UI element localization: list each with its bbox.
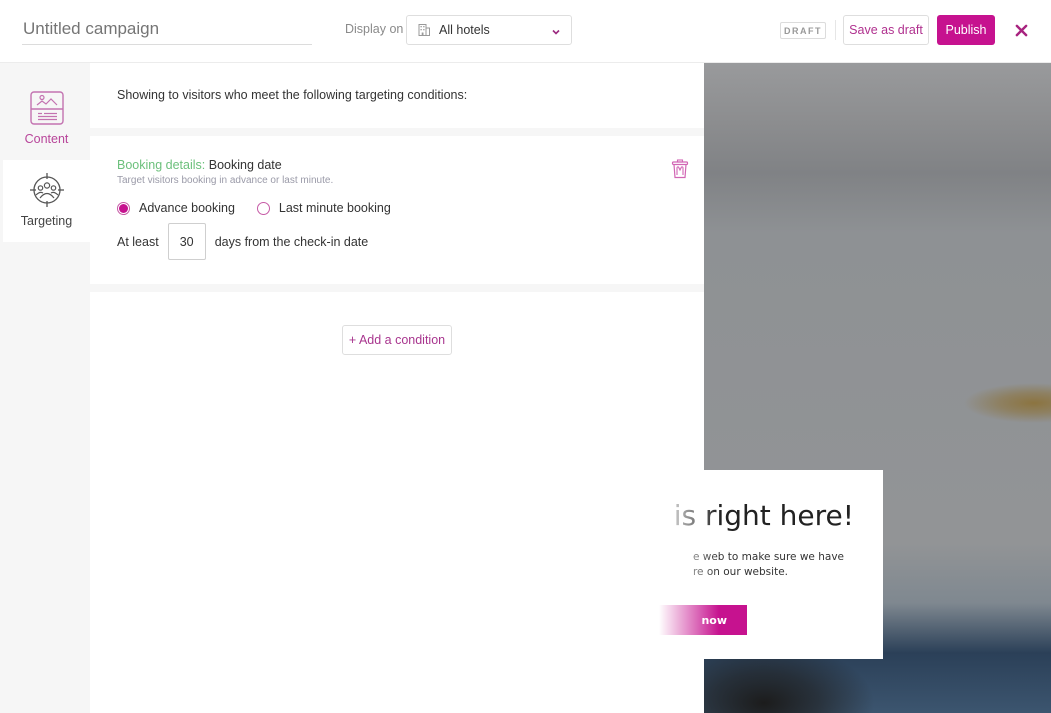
content-image-text-icon xyxy=(29,91,64,125)
close-button[interactable] xyxy=(1011,20,1031,40)
hotel-selector-dropdown[interactable]: All hotels xyxy=(406,15,572,45)
days-prefix-label: At least xyxy=(117,234,159,249)
chevron-down-icon xyxy=(551,24,561,35)
campaign-title-input[interactable] xyxy=(22,14,312,45)
section-divider xyxy=(90,128,704,136)
divider xyxy=(835,20,836,40)
delete-condition-button[interactable] xyxy=(671,159,689,179)
publish-button[interactable]: Publish xyxy=(937,15,995,45)
popup-body-text: e web to make sure we have re on our web… xyxy=(693,550,844,580)
radio-label: Last minute booking xyxy=(278,201,391,215)
targeting-intro-text: Showing to visitors who meet the followi… xyxy=(117,88,468,102)
condition-title: Booking details: Booking date xyxy=(117,158,282,172)
popup-body-line: re on our website. xyxy=(692,566,788,578)
trash-icon xyxy=(671,159,689,179)
targeting-panel: Showing to visitors who meet the followi… xyxy=(90,63,704,713)
popup-body-line: e web to make sure we have xyxy=(692,551,844,563)
popup-preview: is right here! e web to make sure we hav… xyxy=(659,470,883,659)
radio-last-minute-booking[interactable]: Last minute booking xyxy=(256,201,391,215)
popup-headline: is right here! xyxy=(673,499,854,532)
close-icon xyxy=(1015,24,1027,36)
save-draft-button[interactable]: Save as draft xyxy=(843,15,929,45)
days-input[interactable] xyxy=(167,223,206,260)
sidebar-item-label: Targeting xyxy=(20,214,73,228)
radio-advance-booking[interactable]: Advance booking xyxy=(117,201,235,215)
add-condition-button[interactable]: + Add a condition xyxy=(342,325,452,355)
sidebar: Content Targeting xyxy=(0,63,90,713)
radio-button[interactable] xyxy=(256,201,270,215)
condition-name: Booking date xyxy=(208,158,282,172)
top-bar: Display on All hotels DRAFT Save as draf… xyxy=(0,0,1051,63)
sidebar-item-content[interactable]: Content xyxy=(3,78,90,160)
sidebar-item-label: Content xyxy=(24,132,69,146)
targeting-audience-icon xyxy=(29,173,64,207)
hotel-selector-value: All hotels xyxy=(439,23,490,37)
sidebar-item-targeting[interactable]: Targeting xyxy=(3,160,90,242)
booking-type-radio-group: Advance booking Last minute booking xyxy=(117,201,391,215)
radio-label: Advance booking xyxy=(139,201,235,215)
popup-cta-button[interactable]: now xyxy=(659,605,747,635)
radio-button-selected[interactable] xyxy=(117,201,130,215)
condition-description: Target visitors booking in advance or la… xyxy=(117,175,334,186)
status-badge: DRAFT xyxy=(780,22,826,39)
building-icon xyxy=(417,23,431,37)
condition-category: Booking details: xyxy=(117,158,206,172)
days-row: At least days from the check-in date xyxy=(117,223,368,260)
display-on-label: Display on xyxy=(345,22,404,36)
condition-card: Booking details: Booking date Target vis… xyxy=(90,136,704,284)
days-suffix-label: days from the check-in date xyxy=(214,234,369,249)
section-divider xyxy=(90,284,704,292)
